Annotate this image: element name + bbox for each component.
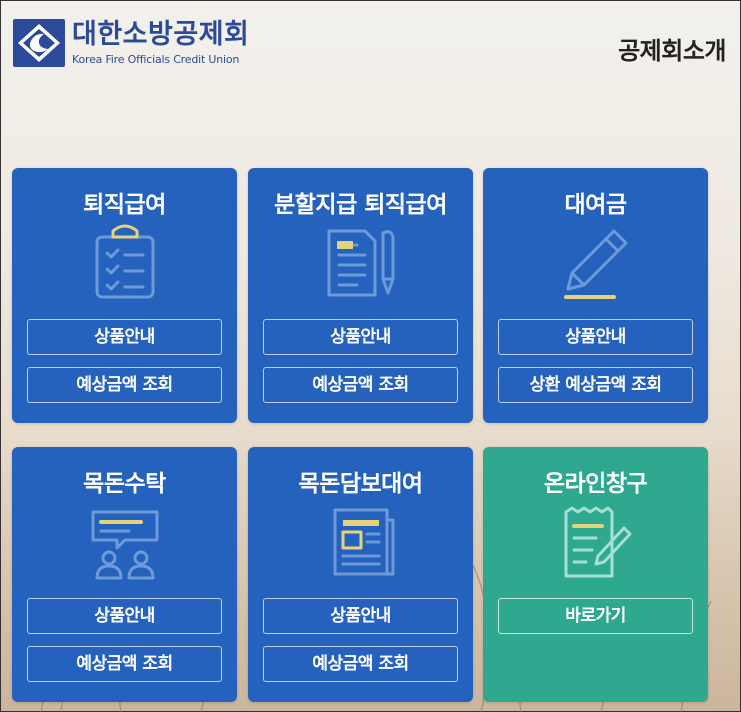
product-info-button[interactable]: 상품안내: [263, 319, 458, 355]
product-info-button[interactable]: 상품안내: [263, 598, 458, 634]
card-title: 목돈수탁: [83, 471, 166, 497]
product-info-button[interactable]: 상품안내: [27, 319, 222, 355]
repayment-estimate-button[interactable]: 상환 예상금액 조회: [498, 367, 693, 403]
estimate-amount-button[interactable]: 예상금액 조회: [263, 367, 458, 403]
card-title: 대여금: [564, 192, 627, 218]
card-retirement-pay: 퇴직급여 상품안내 예상금액 조회: [12, 168, 237, 423]
document-pen-icon: [327, 229, 394, 297]
receipt-pen-icon: [564, 506, 631, 578]
newspaper-icon: [333, 508, 394, 576]
card-online-counter: 온라인창구 바로가기: [483, 447, 708, 702]
logo-korean-name: 대한소방공제회: [72, 19, 250, 50]
card-title: 퇴직급여: [83, 192, 166, 218]
site-logo[interactable]: 대한소방공제회 Korea Fire Officials Credit Unio…: [12, 18, 249, 68]
pencil-icon: [563, 229, 627, 299]
card-loan: 대여금 상품안내 상환 예상금액 조회: [483, 168, 708, 423]
estimate-amount-button[interactable]: 예상금액 조회: [27, 646, 222, 682]
page-title: 공제회소개: [618, 37, 726, 65]
card-installment-retirement-pay: 분할지급 퇴직급여 상품안내 예상금액 조회: [248, 168, 473, 423]
clipboard-checklist-icon: [95, 224, 154, 299]
people-chat-icon: [91, 510, 158, 580]
product-info-button[interactable]: 상품안내: [27, 598, 222, 634]
card-title: 분할지급 퇴직급여: [274, 192, 447, 218]
card-lump-sum-deposit: 목돈수탁 상품안내 예상금액 조회: [12, 447, 237, 702]
logo-english-name: Korea Fire Officials Credit Union: [72, 53, 240, 66]
fire-union-logo-icon: [13, 19, 65, 67]
estimate-amount-button[interactable]: 예상금액 조회: [27, 367, 222, 403]
product-info-button[interactable]: 상품안내: [498, 319, 693, 355]
card-collateral-loan: 목돈담보대여 상품안내 예상금액 조회: [248, 447, 473, 702]
site-header: 대한소방공제회 Korea Fire Officials Credit Unio…: [1, 1, 740, 81]
go-button[interactable]: 바로가기: [498, 598, 693, 634]
card-title: 목돈담보대여: [298, 471, 423, 497]
card-title: 온라인창구: [543, 471, 648, 497]
estimate-amount-button[interactable]: 예상금액 조회: [263, 646, 458, 682]
